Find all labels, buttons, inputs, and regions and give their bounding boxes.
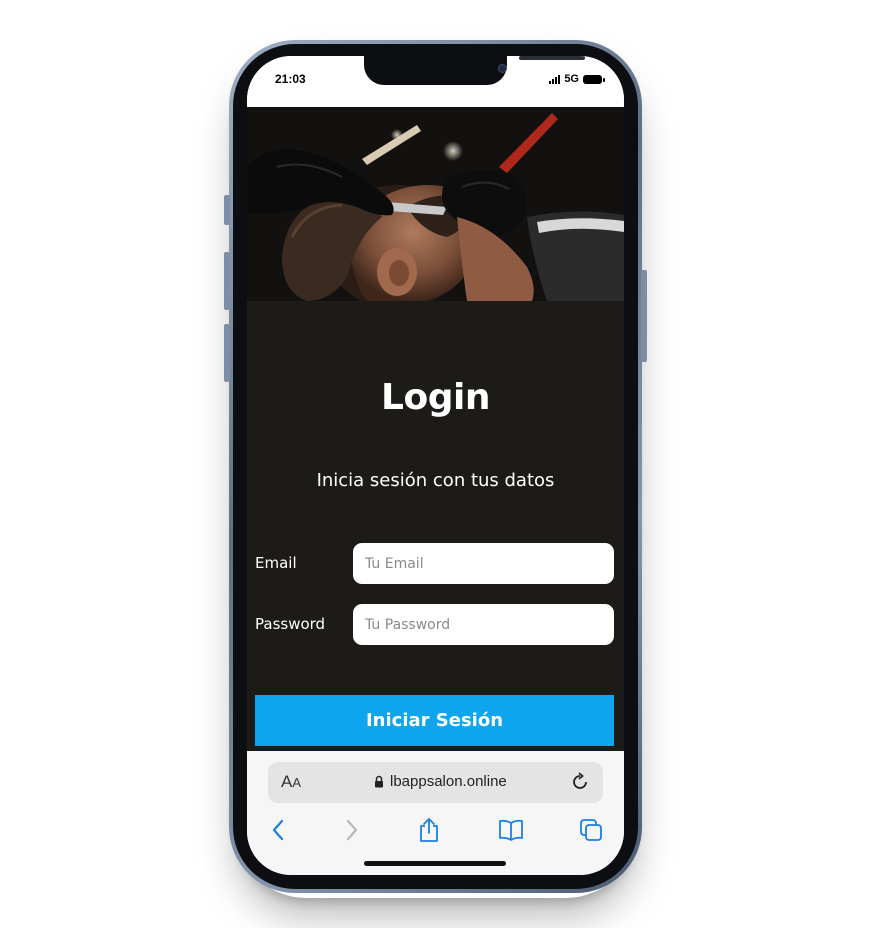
- hero-image: [247, 107, 624, 301]
- text-size-label-big: A: [281, 772, 293, 791]
- volume-down-button: [224, 324, 230, 382]
- browser-toolbar: AA lbappsalon.online: [247, 751, 624, 875]
- email-label: Email: [255, 554, 297, 572]
- signal-bars-icon: [549, 74, 561, 84]
- text-size-label-small: A: [292, 775, 302, 790]
- reload-icon[interactable]: [569, 771, 591, 793]
- url-text: lbappsalon.online: [390, 773, 507, 790]
- address-bar[interactable]: AA lbappsalon.online: [268, 762, 603, 803]
- lock-icon: [375, 775, 383, 788]
- battery-icon: [583, 74, 605, 84]
- notch: [364, 56, 585, 85]
- password-field[interactable]: [353, 604, 614, 645]
- forward-chevron-icon[interactable]: [335, 813, 369, 847]
- phone-screen: 21:03 5G Login Inicia sesión con tus dat…: [247, 56, 624, 875]
- status-indicators: 5G: [549, 73, 605, 85]
- back-chevron-icon[interactable]: [261, 813, 295, 847]
- page-subtitle: Inicia sesión con tus datos: [316, 470, 555, 491]
- speaker: [519, 56, 585, 60]
- front-camera: [498, 64, 507, 73]
- share-icon[interactable]: [412, 813, 446, 847]
- bookmarks-icon[interactable]: [494, 813, 528, 847]
- password-label: Password: [255, 615, 326, 633]
- status-time: 21:03: [275, 72, 306, 86]
- tabs-icon[interactable]: [574, 813, 608, 847]
- email-field[interactable]: [353, 543, 614, 584]
- volume-up-button: [224, 252, 230, 310]
- power-button: [641, 270, 647, 362]
- barber-shaving-photo: [247, 107, 624, 301]
- status-bar: 21:03 5G: [247, 56, 624, 107]
- mute-switch: [224, 195, 230, 225]
- page-title: Login: [381, 377, 490, 418]
- url-display[interactable]: lbappsalon.online: [374, 773, 507, 790]
- home-indicator: [364, 861, 506, 866]
- login-panel: Login Inicia sesión con tus datos Email …: [247, 301, 624, 751]
- login-submit-button[interactable]: Iniciar Sesión: [255, 695, 614, 746]
- browser-nav-row: [247, 813, 624, 847]
- network-type: 5G: [564, 73, 579, 85]
- text-size-button[interactable]: AA: [281, 772, 301, 792]
